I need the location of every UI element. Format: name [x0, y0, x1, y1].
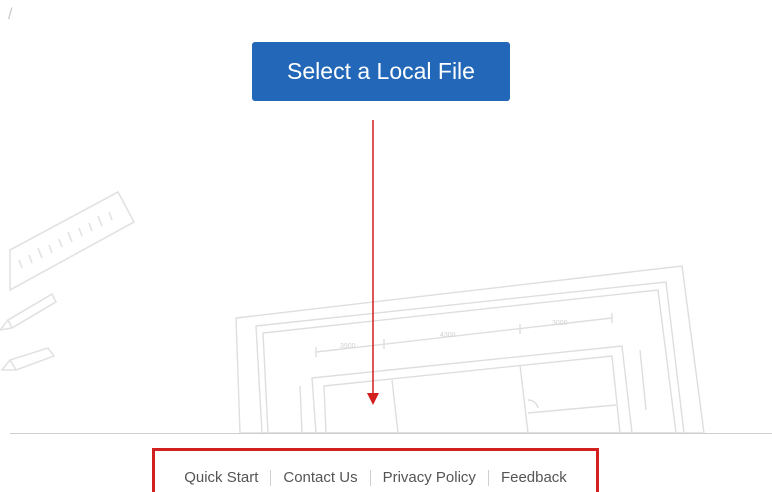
footer-link-quick-start[interactable]: Quick Start [184, 469, 258, 486]
link-separator [369, 469, 371, 486]
down-arrow-annotation [367, 120, 379, 405]
footer-link-contact-us[interactable]: Contact Us [283, 469, 357, 486]
footer-divider [10, 433, 772, 434]
footer-highlight-box: Quick Start Contact Us Privacy Policy Fe… [152, 448, 599, 492]
footer-links: Quick Start Contact Us Privacy Policy Fe… [155, 469, 596, 486]
link-separator [270, 469, 272, 486]
footer-link-feedback[interactable]: Feedback [501, 469, 567, 486]
footer-link-privacy-policy[interactable]: Privacy Policy [383, 469, 476, 486]
link-separator [487, 469, 489, 486]
